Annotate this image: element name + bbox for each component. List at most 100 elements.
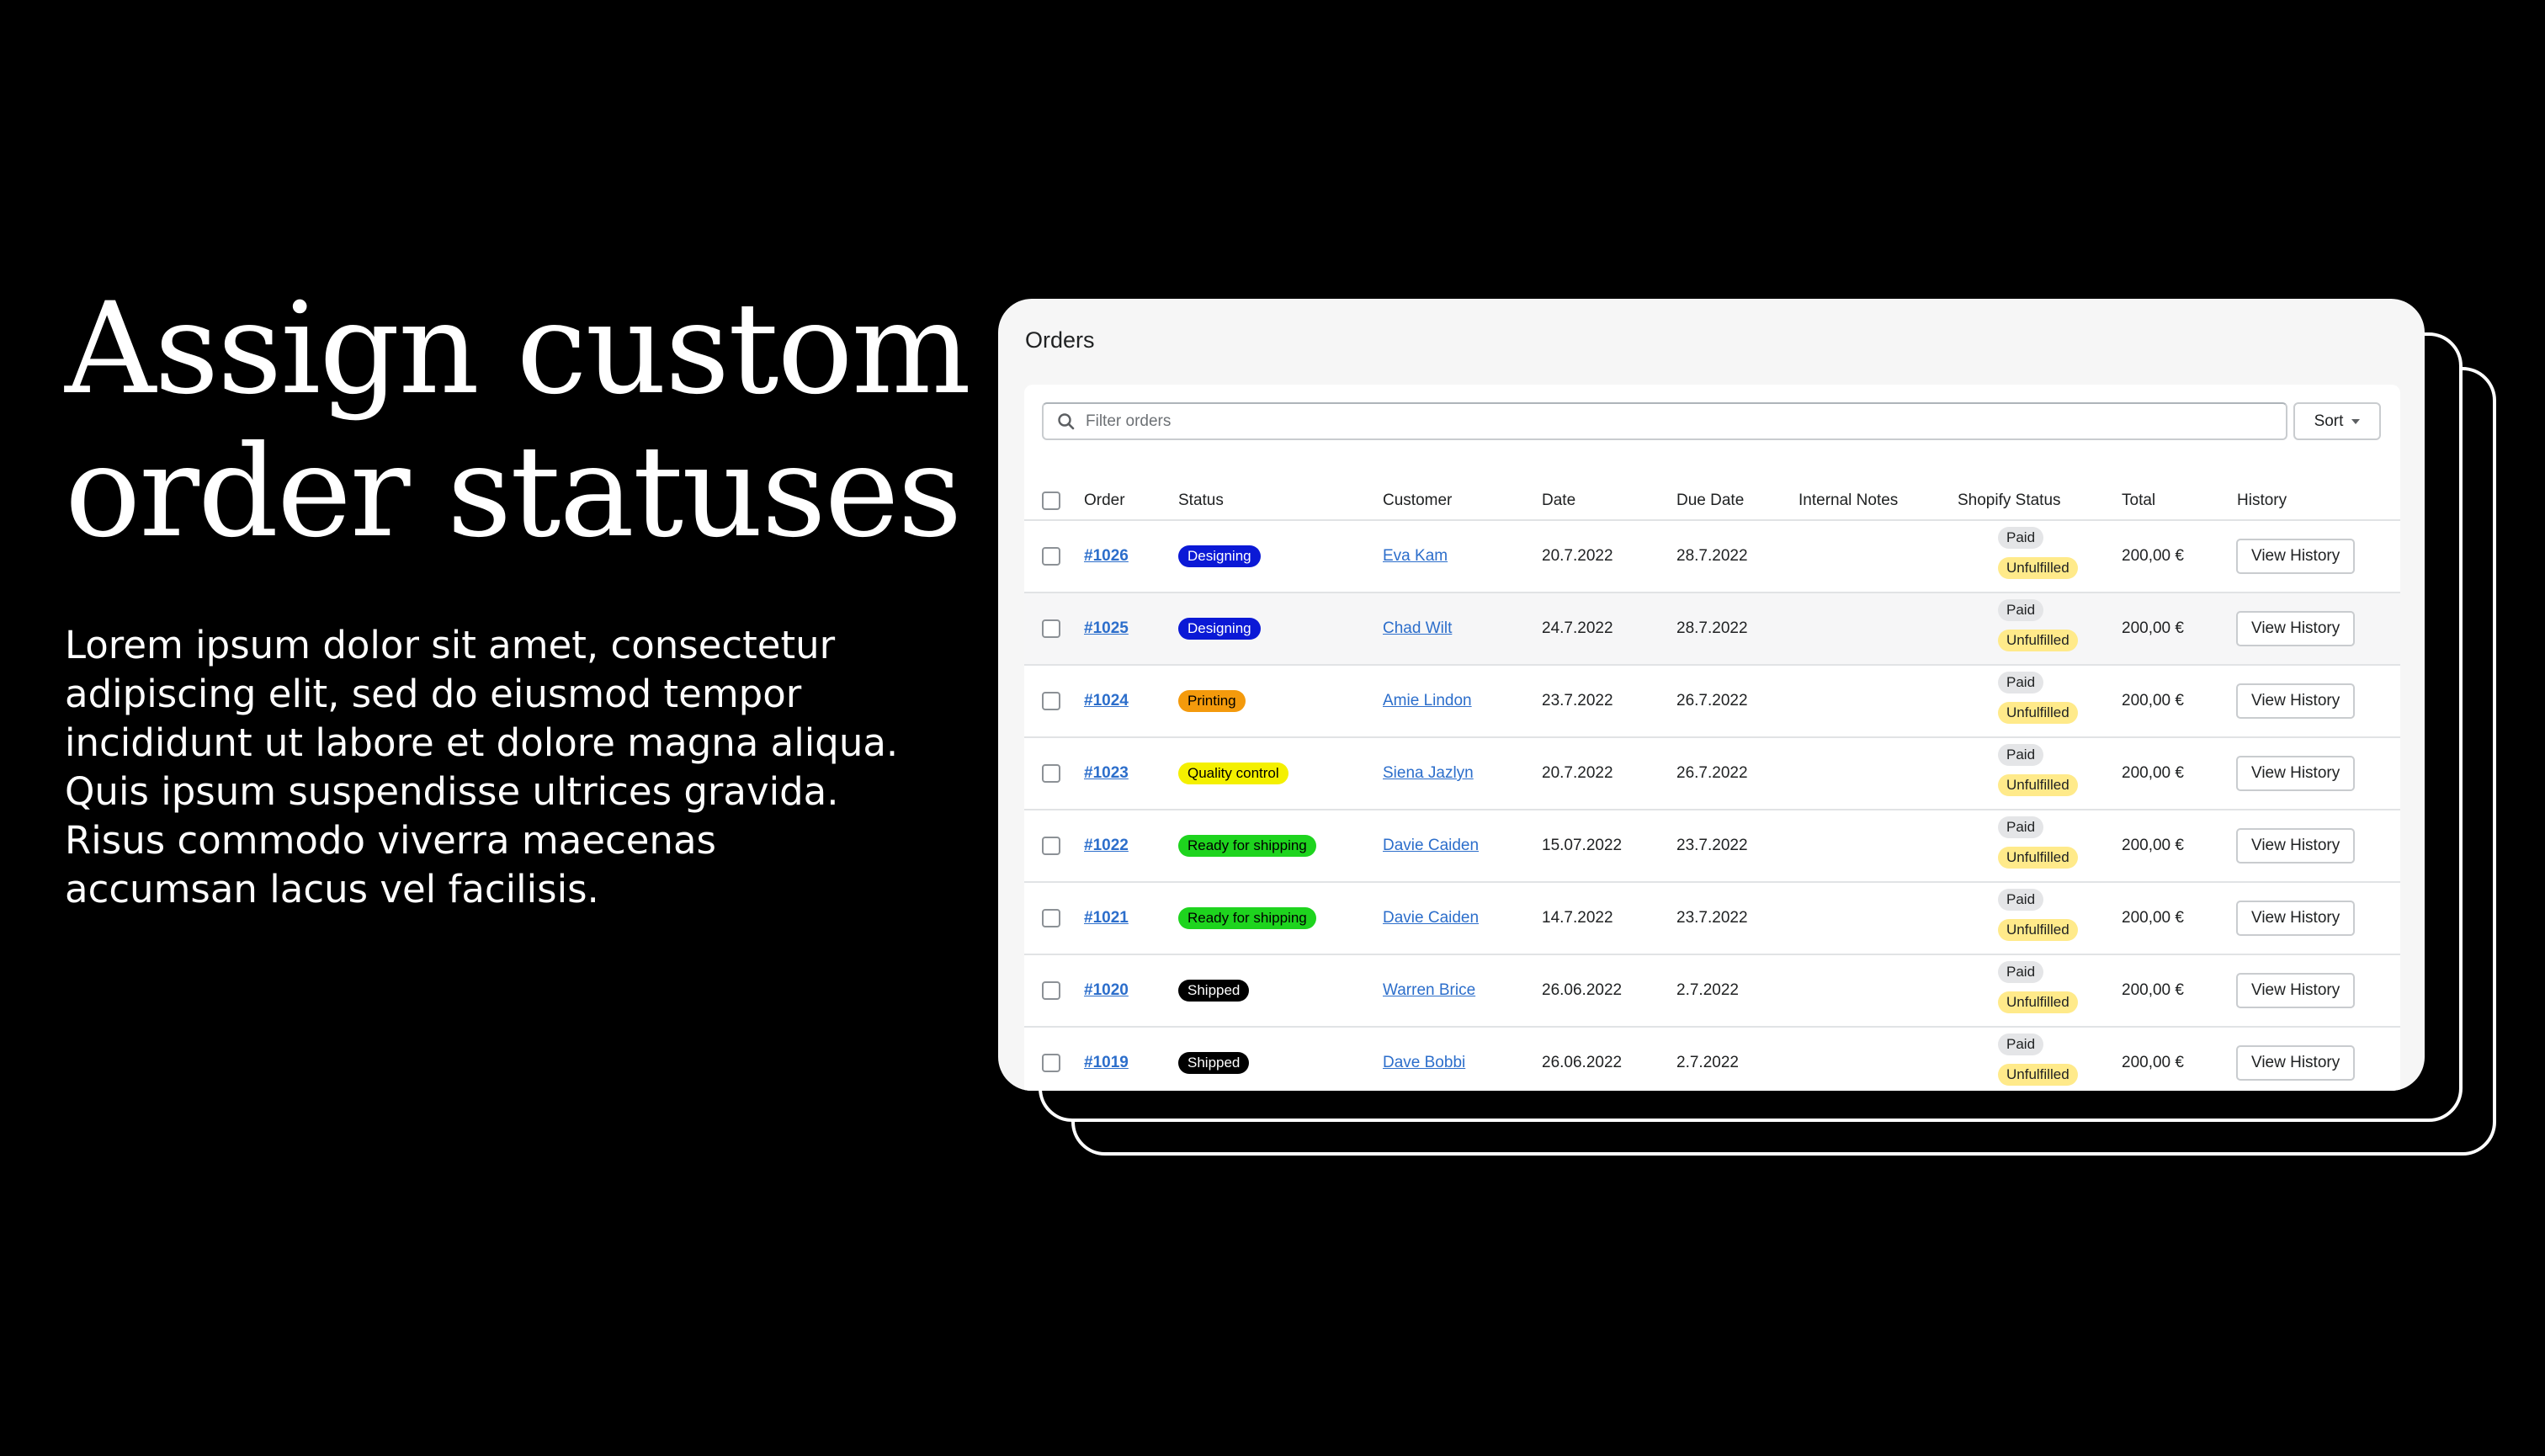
column-header-total[interactable]: Total (2122, 492, 2155, 510)
view-history-button[interactable]: View History (2236, 539, 2356, 574)
table-row: #1020 Shipped Warren Brice 26.06.2022 2.7.20… (1024, 954, 2400, 1026)
column-header-internal-notes[interactable]: Internal Notes (1799, 492, 1898, 510)
view-history-button[interactable]: View History (2236, 1045, 2356, 1081)
fulfillment-badge: Unfulfilled (1998, 557, 2078, 579)
customer-link[interactable]: Dave Bobbi (1383, 1054, 1465, 1072)
payment-badge: Paid (1998, 527, 2044, 549)
customer-link[interactable]: Chad Wilt (1383, 619, 1452, 638)
customer-link[interactable]: Warren Brice (1383, 981, 1475, 1000)
status-badge: Shipped (1178, 1052, 1250, 1074)
fulfillment-badge: Unfulfilled (1998, 1064, 2078, 1086)
status-badge: Shipped (1178, 980, 1250, 1002)
order-date: 15.07.2022 (1542, 837, 1623, 854)
customer-link[interactable]: Eva Kam (1383, 547, 1448, 566)
view-history-button[interactable]: View History (2236, 828, 2356, 864)
filter-orders-placeholder: Filter orders (1086, 412, 1172, 430)
column-header-order[interactable]: Order (1084, 492, 1125, 510)
order-total: 200,00 € (2122, 1054, 2184, 1071)
order-total: 200,00 € (2122, 909, 2184, 927)
payment-badge: Paid (1998, 672, 2044, 693)
hero-body-text: Lorem ipsum dolor sit amet, consectetur … (65, 623, 899, 911)
payment-badge: Paid (1998, 816, 2044, 838)
view-history-button[interactable]: View History (2236, 901, 2356, 936)
row-checkbox[interactable] (1042, 1054, 1060, 1072)
orders-window: Orders Filter orders Sort Order Status C… (998, 299, 2425, 1091)
column-header-date[interactable]: Date (1542, 492, 1575, 510)
due-date: 2.7.2022 (1676, 1054, 1739, 1071)
fulfillment-badge: Unfulfilled (1998, 847, 2078, 869)
table-row: #1022 Ready for shipping Davie Caiden 15.07… (1024, 809, 2400, 881)
row-checkbox[interactable] (1042, 909, 1060, 927)
payment-badge: Paid (1998, 1034, 2044, 1055)
order-link[interactable]: #1019 (1084, 1054, 1129, 1072)
view-history-button[interactable]: View History (2236, 973, 2356, 1008)
shopify-status: Paid Unfulfilled (1998, 961, 2078, 1013)
column-header-status[interactable]: Status (1178, 492, 1224, 510)
status-badge: Ready for shipping (1178, 835, 1316, 857)
row-checkbox[interactable] (1042, 764, 1060, 783)
order-link[interactable]: #1025 (1084, 619, 1129, 638)
table-row: #1026 Designing Eva Kam 20.7.2022 28.7.2022 P… (1024, 519, 2400, 592)
order-date: 26.06.2022 (1542, 981, 1623, 999)
customer-link[interactable]: Amie Lindon (1383, 692, 1472, 710)
customer-link[interactable]: Davie Caiden (1383, 837, 1479, 855)
order-link[interactable]: #1026 (1084, 547, 1129, 566)
page-title: Orders (1025, 327, 1095, 353)
shopify-status: Paid Unfulfilled (1998, 889, 2078, 941)
order-date: 26.06.2022 (1542, 1054, 1623, 1071)
shopify-status: Paid Unfulfilled (1998, 527, 2078, 579)
headline-line-2: order statuses (65, 419, 962, 566)
order-link[interactable]: #1024 (1084, 692, 1129, 710)
order-status: Quality control (1178, 763, 1288, 784)
payment-badge: Paid (1998, 961, 2044, 983)
sort-label: Sort (2314, 412, 2344, 430)
column-header-shopify-status[interactable]: Shopify Status (1958, 492, 2061, 510)
order-date: 20.7.2022 (1542, 764, 1613, 782)
order-total: 200,00 € (2122, 619, 2184, 637)
view-history-button[interactable]: View History (2236, 756, 2356, 791)
orders-table-body: #1026 Designing Eva Kam 20.7.2022 28.7.2022 P… (1024, 519, 2400, 1091)
order-status: Ready for shipping (1178, 907, 1316, 929)
filter-orders-input[interactable]: Filter orders (1042, 402, 2287, 440)
order-date: 14.7.2022 (1542, 909, 1613, 927)
table-row: #1021 Ready for shipping Davie Caiden 14.7.… (1024, 881, 2400, 954)
view-history-button[interactable]: View History (2236, 611, 2356, 646)
due-date: 23.7.2022 (1676, 909, 1748, 927)
order-status: Designing (1178, 618, 1261, 640)
due-date: 26.7.2022 (1676, 692, 1748, 709)
order-link[interactable]: #1020 (1084, 981, 1129, 1000)
order-link[interactable]: #1021 (1084, 909, 1129, 927)
order-date: 24.7.2022 (1542, 619, 1613, 637)
column-header-history[interactable]: History (2237, 492, 2287, 510)
row-checkbox[interactable] (1042, 547, 1060, 566)
select-all-checkbox[interactable] (1042, 492, 1060, 510)
orders-panel: Filter orders Sort Order Status Customer… (1024, 385, 2400, 1091)
shopify-status: Paid Unfulfilled (1998, 672, 2078, 724)
due-date: 26.7.2022 (1676, 764, 1748, 782)
order-status: Ready for shipping (1178, 835, 1316, 857)
row-checkbox[interactable] (1042, 837, 1060, 855)
table-row: #1024 Printing Amie Lindon 23.7.2022 26.7.20… (1024, 664, 2400, 736)
fulfillment-badge: Unfulfilled (1998, 919, 2078, 941)
row-checkbox[interactable] (1042, 692, 1060, 710)
sort-button[interactable]: Sort (2293, 402, 2381, 440)
table-row: #1019 Shipped Dave Bobbi 26.06.2022 2.7.2022… (1024, 1026, 2400, 1091)
column-header-due-date[interactable]: Due Date (1676, 492, 1744, 510)
order-total: 200,00 € (2122, 547, 2184, 565)
column-header-customer[interactable]: Customer (1383, 492, 1452, 510)
table-row: #1023 Quality control Siena Jazlyn 20.7.202… (1024, 736, 2400, 809)
fulfillment-badge: Unfulfilled (1998, 991, 2078, 1013)
order-link[interactable]: #1023 (1084, 764, 1129, 783)
due-date: 2.7.2022 (1676, 981, 1739, 999)
view-history-button[interactable]: View History (2236, 683, 2356, 719)
due-date: 28.7.2022 (1676, 547, 1748, 565)
order-status: Shipped (1178, 980, 1250, 1002)
table-row: #1025 Designing Chad Wilt 24.7.2022 28.7.202… (1024, 592, 2400, 664)
order-link[interactable]: #1022 (1084, 837, 1129, 855)
row-checkbox[interactable] (1042, 619, 1060, 638)
shopify-status: Paid Unfulfilled (1998, 599, 2078, 651)
row-checkbox[interactable] (1042, 981, 1060, 1000)
customer-link[interactable]: Davie Caiden (1383, 909, 1479, 927)
order-total: 200,00 € (2122, 837, 2184, 854)
customer-link[interactable]: Siena Jazlyn (1383, 764, 1474, 783)
